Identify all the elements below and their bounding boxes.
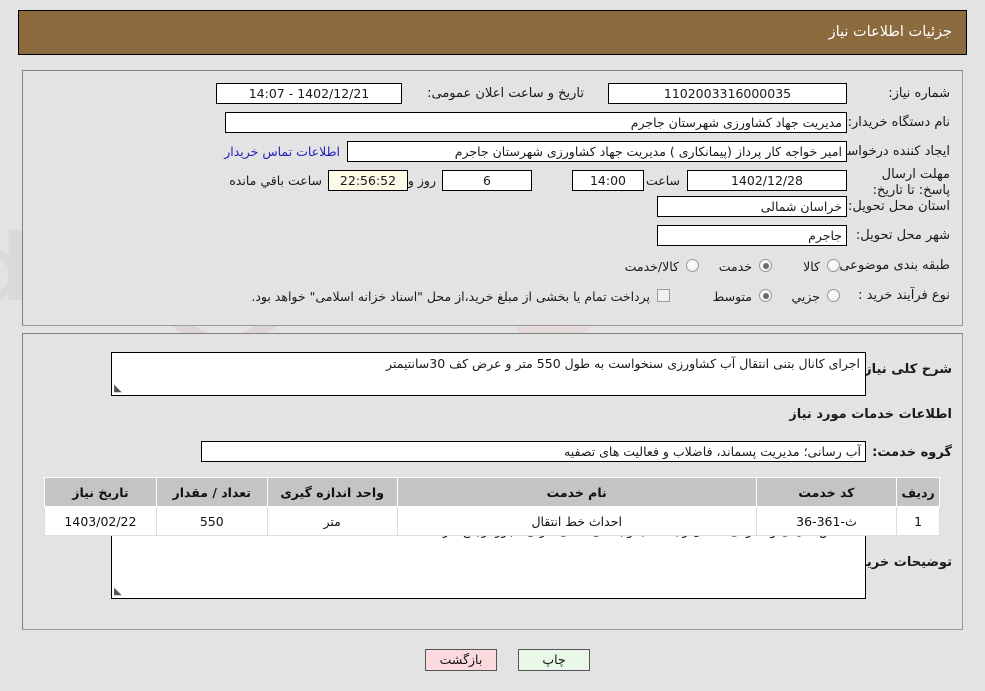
radio-label-process-minor[interactable]: جزیي <box>791 289 820 304</box>
cell-need-date: 1403/02/22 <box>44 506 157 536</box>
field-need-number[interactable]: 1102003316000035 <box>608 83 847 104</box>
page-header-bar: جزئیات اطلاعات نیاز <box>18 10 967 55</box>
checkbox-islamic-treasury-bonds[interactable] <box>657 289 670 302</box>
field-deadline-time[interactable]: 14:00 <box>572 170 644 191</box>
cell-row-number: 1 <box>896 506 940 536</box>
label-buyer-org: نام دستگاه خریدار: <box>847 115 950 130</box>
field-service-group[interactable]: آب رسانی؛ مدیریت پسماند، فاضلاب و فعالیت… <box>201 441 866 462</box>
col-service-name: نام خدمت <box>396 477 757 507</box>
label-need-number: شماره نیاز: <box>888 86 950 101</box>
cell-service-code: ث-361-36 <box>755 506 898 536</box>
radio-category-goods-service[interactable] <box>686 259 699 272</box>
label-general-description: شرح کلی نیاز: <box>858 362 952 377</box>
page-title: جزئیات اطلاعات نیاز <box>828 24 952 40</box>
label-remaining-suffix: ساعت باقي مانده <box>229 173 322 188</box>
label-purchase-process: نوع فرآیند خرید : <box>858 288 950 303</box>
print-button[interactable]: چاپ <box>518 649 590 671</box>
col-measure-unit: واحد اندازه گیری <box>266 477 398 507</box>
back-button[interactable]: بازگشت <box>425 649 497 671</box>
cell-service-name: احداث خط انتقال <box>396 506 757 536</box>
buyer-contact-link[interactable]: اطلاعات تماس خریدار <box>224 144 340 159</box>
col-need-date: تاریخ نیاز <box>44 477 157 507</box>
label-days: روز و <box>407 173 436 188</box>
label-public-announcement: تاریخ و ساعت اعلان عمومی: <box>427 86 584 101</box>
field-buyer-org[interactable]: مدیریت جهاد کشاورزی شهرستان جاجرم <box>225 112 847 133</box>
table-row: 1 ث-361-36 احداث خط انتقال متر 550 1403/… <box>44 506 940 536</box>
required-services-table: ردیف کد خدمت نام خدمت واحد اندازه گیری ت… <box>44 477 940 536</box>
label-delivery-province: استان محل تحویل: <box>848 199 950 214</box>
radio-process-minor[interactable] <box>827 289 840 302</box>
col-service-code: کد خدمت <box>755 477 898 507</box>
radio-label-category-goods-service[interactable]: کالا/خدمت <box>625 259 679 274</box>
field-public-announcement[interactable]: 1402/12/21 - 14:07 <box>216 83 402 104</box>
resize-grip-icon-2[interactable]: ◢ <box>114 586 124 597</box>
field-delivery-city[interactable]: جاجرم <box>657 225 847 246</box>
general-description-text: اجرای کانال بتنی انتقال آب کشاورزی سنخوا… <box>386 356 860 371</box>
cell-quantity: 550 <box>155 506 268 536</box>
label-hour: ساعت <box>645 173 680 188</box>
label-request-creator: ایجاد کننده درخواست: <box>830 144 950 159</box>
field-delivery-province[interactable]: خراسان شمالی <box>657 196 847 217</box>
heading-required-services-info: اطلاعات خدمات مورد نیاز <box>789 407 952 422</box>
label-response-deadline: مهلت ارسال پاسخ: تا تاریخ: <box>872 167 950 198</box>
col-quantity: تعداد / مقدار <box>155 477 268 507</box>
col-row-number: ردیف <box>896 477 940 507</box>
radio-label-category-goods[interactable]: کالا <box>803 259 820 274</box>
field-deadline-date[interactable]: 1402/12/28 <box>687 170 847 191</box>
radio-category-goods[interactable] <box>827 259 840 272</box>
field-request-creator[interactable]: امیر خواجه کار پرداز (پیمانکاری ) مدیریت… <box>347 141 847 162</box>
label-islamic-treasury-note: پرداخت تمام یا بخشی از مبلغ خرید،از محل … <box>251 289 650 304</box>
radio-label-process-medium[interactable]: متوسط <box>713 289 752 304</box>
label-delivery-city: شهر محل تحویل: <box>855 228 950 243</box>
radio-process-medium[interactable] <box>759 289 772 302</box>
radio-label-category-service[interactable]: خدمت <box>719 259 752 274</box>
field-general-description[interactable]: اجرای کانال بتنی انتقال آب کشاورزی سنخوا… <box>111 352 866 396</box>
label-subject-category: طبقه بندی موضوعی: <box>834 258 950 273</box>
label-service-group: گروه خدمت: <box>872 445 952 460</box>
radio-category-service[interactable] <box>759 259 772 272</box>
field-time-remaining: 22:56:52 <box>328 170 408 191</box>
field-days-remaining[interactable]: 6 <box>442 170 532 191</box>
table-header-row: ردیف کد خدمت نام خدمت واحد اندازه گیری ت… <box>44 477 940 507</box>
resize-grip-icon[interactable]: ◢ <box>114 383 124 394</box>
cell-measure-unit: متر <box>266 506 398 536</box>
need-summary-panel: شماره نیاز: 1102003316000035 تاریخ و ساع… <box>22 70 963 326</box>
